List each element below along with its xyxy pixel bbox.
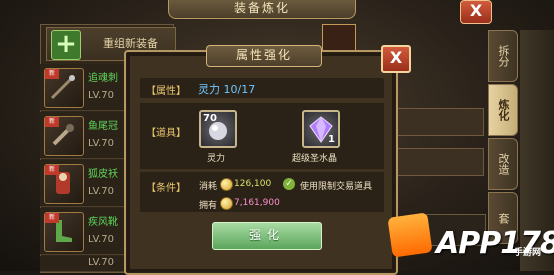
attribute-value: 灵力 10/17 bbox=[198, 83, 256, 96]
boots-icon: 新 bbox=[44, 212, 84, 252]
new-ribbon: 新 bbox=[45, 213, 59, 223]
item-name: 鱼尾冠 bbox=[88, 121, 118, 132]
tab-split[interactable]: 拆分 bbox=[488, 30, 518, 82]
slot-label: 超级圣水晶 bbox=[292, 154, 338, 164]
dialog-close-button[interactable]: X bbox=[381, 45, 411, 73]
tab-modify[interactable]: 改造 bbox=[488, 138, 518, 190]
item-name: 追魂刺 bbox=[88, 73, 118, 84]
slot-count: 70 bbox=[203, 113, 217, 124]
tab-refine[interactable]: 炼化 bbox=[488, 84, 518, 136]
owned-label: 拥有 bbox=[199, 201, 218, 211]
slot-label: 灵力 bbox=[207, 154, 226, 164]
new-ribbon: 新 bbox=[45, 69, 59, 79]
items-label: 【道具】 bbox=[146, 128, 186, 139]
new-ribbon: 新 bbox=[45, 165, 59, 175]
conditions-label: 【条件】 bbox=[146, 183, 186, 194]
underlay-row bbox=[396, 148, 484, 176]
item-name: 疾风靴 bbox=[88, 217, 118, 228]
crystal-icon[interactable]: 1 bbox=[302, 110, 340, 148]
attribute-label: 【属性】 bbox=[146, 86, 186, 97]
restricted-item-label: 使用限制交易道具 bbox=[300, 182, 373, 192]
checkbox-checked-icon[interactable]: ✓ bbox=[283, 178, 295, 190]
slot-count: 1 bbox=[328, 134, 335, 145]
plus-icon: + bbox=[51, 30, 81, 60]
item-level: LV.70 bbox=[88, 257, 114, 268]
item-level: LV.70 bbox=[88, 234, 114, 245]
watermark-subtext: 手游网 bbox=[514, 248, 542, 258]
window-close-button[interactable]: X bbox=[460, 0, 492, 24]
cost-value: 126,100 bbox=[234, 179, 272, 189]
item-level: LV.70 bbox=[88, 90, 114, 101]
armor-icon: 新 bbox=[44, 164, 84, 204]
spirit-orb-icon[interactable]: 70 bbox=[199, 110, 237, 148]
owned-value: 7,161,900 bbox=[234, 198, 280, 208]
dagger-icon: 新 bbox=[44, 68, 84, 108]
underlay-row bbox=[396, 108, 484, 136]
item-name: 狐皮袄 bbox=[88, 169, 118, 180]
new-ribbon: 新 bbox=[45, 117, 59, 127]
new-equipment-label: 重组新装备 bbox=[103, 37, 158, 50]
coin-icon bbox=[220, 197, 233, 210]
coin-icon bbox=[220, 178, 233, 191]
phone-logo-icon bbox=[387, 212, 433, 258]
item-level: LV.70 bbox=[88, 186, 114, 197]
enhance-button[interactable]: 强化 bbox=[212, 222, 322, 250]
item-level: LV.70 bbox=[88, 138, 114, 149]
helmet-icon: 新 bbox=[44, 116, 84, 156]
window-title: 装备炼化 bbox=[168, 0, 356, 19]
watermark-logo: APP178 手游网 bbox=[382, 212, 554, 271]
cost-label: 消耗 bbox=[199, 182, 218, 192]
dialog-title: 属性强化 bbox=[206, 45, 322, 67]
